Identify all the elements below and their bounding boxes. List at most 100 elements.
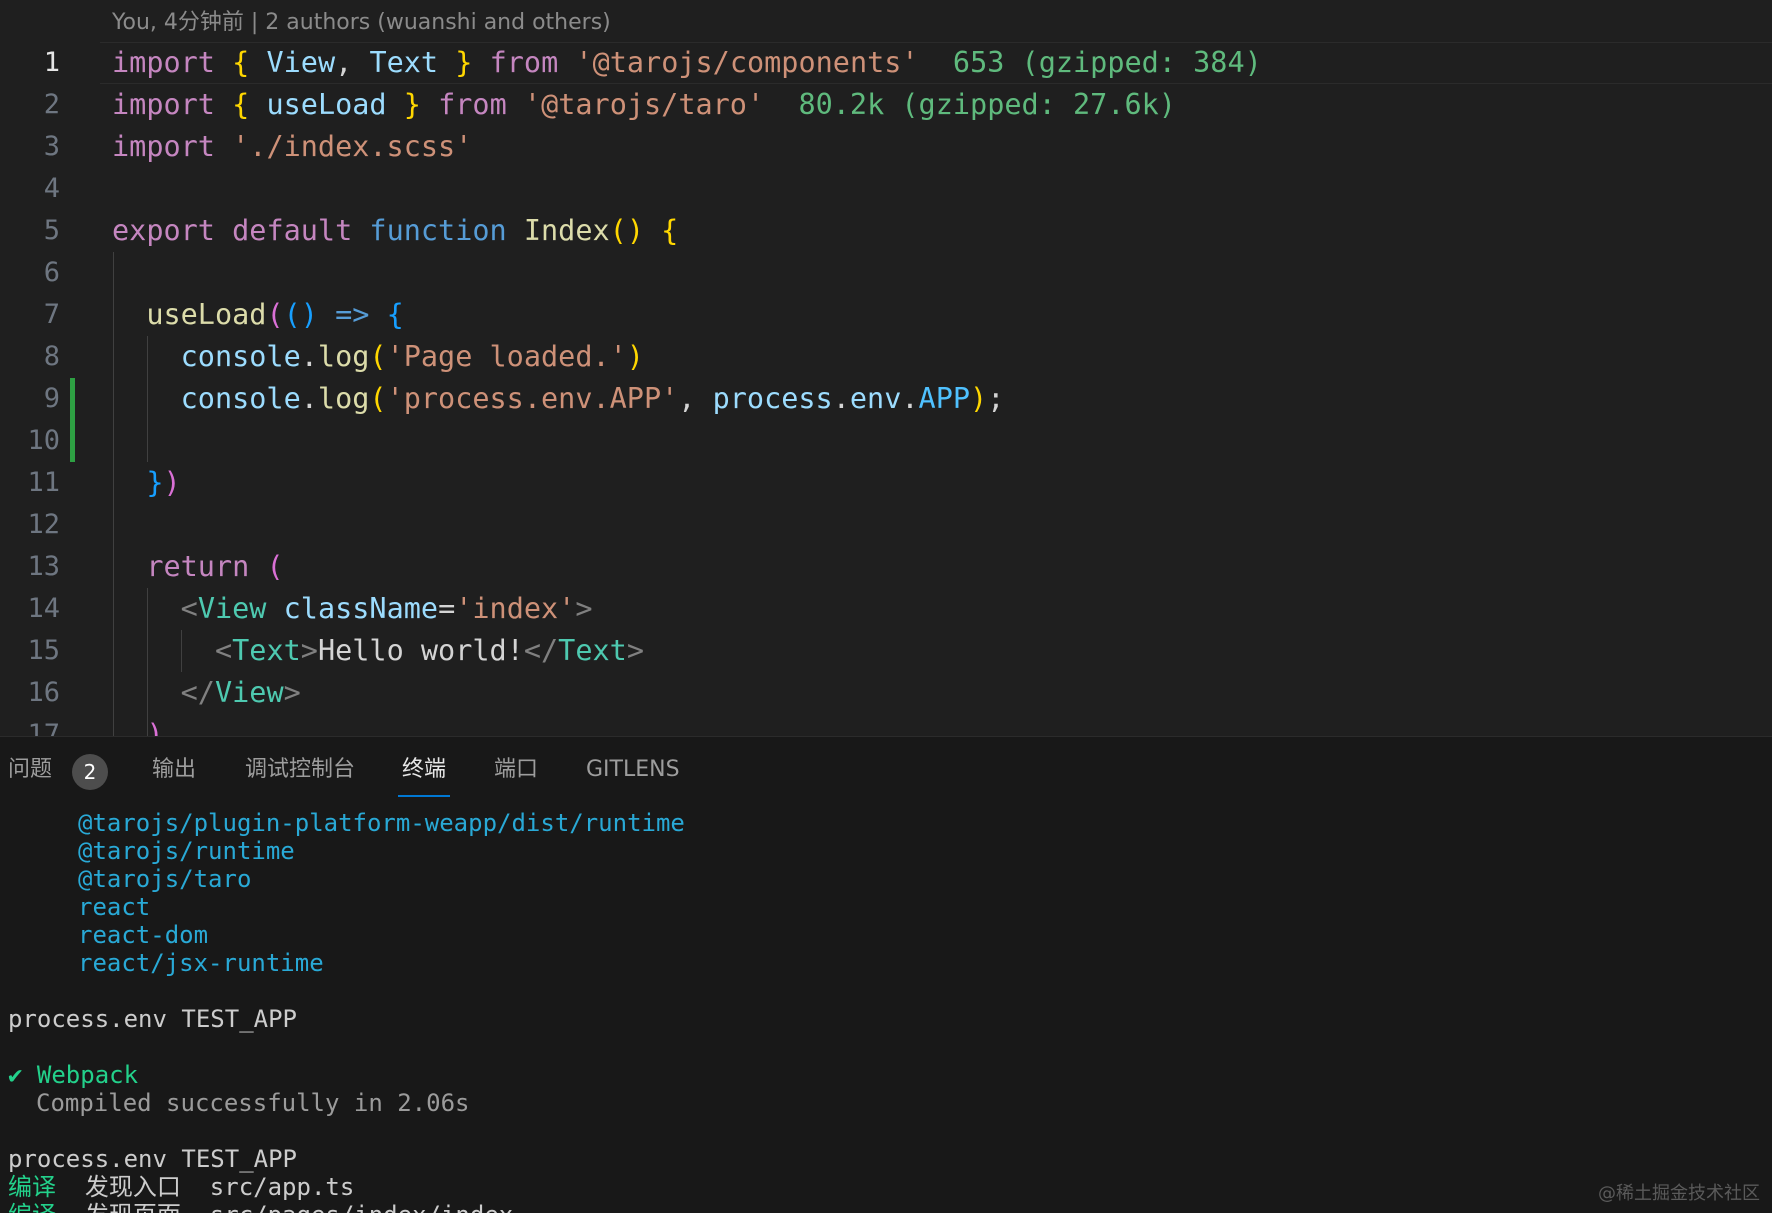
- code-line[interactable]: import { View, Text } from '@tarojs/comp…: [112, 42, 1262, 84]
- code-line[interactable]: import { useLoad } from '@tarojs/taro' 8…: [112, 84, 1262, 126]
- line-number: 10: [27, 425, 60, 456]
- code-line[interactable]: useLoad(() => {: [112, 294, 1262, 336]
- code-token: env: [849, 382, 902, 415]
- tab-problems[interactable]: 问题: [8, 737, 52, 803]
- code-token: >: [283, 676, 301, 709]
- code-line[interactable]: export default function Index() {: [112, 210, 1262, 252]
- tab-ports[interactable]: 端口: [494, 737, 538, 803]
- code-editor[interactable]: You, 4分钟前 | 2 authors (wuanshi and other…: [0, 0, 1772, 736]
- code-token: Hello world!: [317, 634, 524, 667]
- line-number: 16: [27, 677, 60, 708]
- code-token: ): [970, 382, 988, 415]
- tab-debug-console[interactable]: 调试控制台: [245, 737, 355, 803]
- terminal-line: @tarojs/runtime: [78, 837, 295, 865]
- code-line[interactable]: }): [112, 462, 1262, 504]
- line-number: 12: [27, 509, 60, 540]
- terminal-line: react: [78, 893, 151, 921]
- code-token: Text: [369, 46, 439, 79]
- code-token: =>: [335, 298, 370, 331]
- tab-terminal[interactable]: 终端: [397, 737, 451, 803]
- line-number: 9: [43, 383, 60, 414]
- code-token: {: [232, 46, 250, 79]
- code-token: 'index': [455, 592, 576, 625]
- terminal-line: process.env TEST_APP: [8, 1005, 297, 1033]
- code-content[interactable]: import { View, Text } from '@tarojs/comp…: [112, 42, 1262, 736]
- code-line[interactable]: [112, 504, 1262, 546]
- terminal-line: ✔ Webpack: [8, 1061, 139, 1089]
- code-token: View: [266, 46, 336, 79]
- code-line[interactable]: console.log('Page loaded.'): [112, 336, 1262, 378]
- line-number: 8: [43, 341, 60, 372]
- code-line[interactable]: [112, 420, 1262, 462]
- code-token: ): [626, 340, 644, 373]
- code-line[interactable]: <View className='index'>: [112, 588, 1262, 630]
- code-token: 'process.env.APP': [386, 382, 679, 415]
- line-number: 1: [43, 47, 60, 78]
- line-number: 7: [43, 299, 60, 330]
- code-token: '@tarojs/taro': [523, 88, 765, 121]
- code-line[interactable]: import './index.scss': [112, 126, 1262, 168]
- code-token: from: [489, 46, 559, 79]
- terminal-line: 编译 发现页面 src/pages/index/index: [8, 1201, 685, 1213]
- line-number-gutter: 1 2 3 4 5 6 7 8 9 10 11 12 13 14 15 16 17: [0, 42, 60, 736]
- code-token: log: [317, 340, 370, 373]
- code-token: return: [146, 550, 250, 583]
- code-token: }: [146, 466, 164, 499]
- compile-label: 编译: [8, 1173, 56, 1201]
- terminal-line: process.env TEST_APP: [8, 1145, 297, 1173]
- code-line[interactable]: console.log('process.env.APP', process.e…: [112, 378, 1262, 420]
- code-token: =: [438, 592, 456, 625]
- gitlens-blame-annotation[interactable]: You, 4分钟前 | 2 authors (wuanshi and other…: [112, 6, 611, 40]
- code-token: (: [369, 382, 387, 415]
- code-token: {: [386, 298, 404, 331]
- code-token: {: [661, 214, 679, 247]
- git-added-lines-indicator[interactable]: [70, 378, 75, 462]
- code-line[interactable]: </View>: [112, 672, 1262, 714]
- tab-gitlens[interactable]: GITLENS: [586, 737, 680, 803]
- line-number: 13: [27, 551, 60, 582]
- code-line[interactable]: return (: [112, 546, 1262, 588]
- line-number: 11: [27, 467, 60, 498]
- code-line[interactable]: ): [112, 714, 1262, 736]
- code-token: ): [163, 466, 181, 499]
- tab-output[interactable]: 输出: [152, 737, 196, 803]
- code-token: import: [112, 46, 215, 79]
- code-token: (: [266, 550, 284, 583]
- terminal-line: react-dom: [78, 921, 209, 949]
- line-number: 17: [27, 719, 60, 736]
- code-token: ,: [335, 46, 370, 79]
- line-number: 2: [43, 89, 60, 120]
- code-token: View: [214, 676, 284, 709]
- terminal-line: 编译 发现入口 src/app.ts: [8, 1173, 685, 1201]
- code-token: >: [626, 634, 644, 667]
- code-token: >: [575, 592, 593, 625]
- code-line[interactable]: [112, 252, 1262, 294]
- code-line[interactable]: [112, 168, 1262, 210]
- code-line[interactable]: <Text>Hello world!</Text>: [112, 630, 1262, 672]
- code-token: .: [901, 382, 919, 415]
- terminal-output[interactable]: @tarojs/plugin-platform-weapp/dist/runti…: [8, 809, 685, 1213]
- code-token: (): [609, 214, 644, 247]
- terminal-line: react/jsx-runtime: [78, 949, 324, 977]
- code-token: export: [112, 214, 215, 247]
- code-token: (: [369, 340, 387, 373]
